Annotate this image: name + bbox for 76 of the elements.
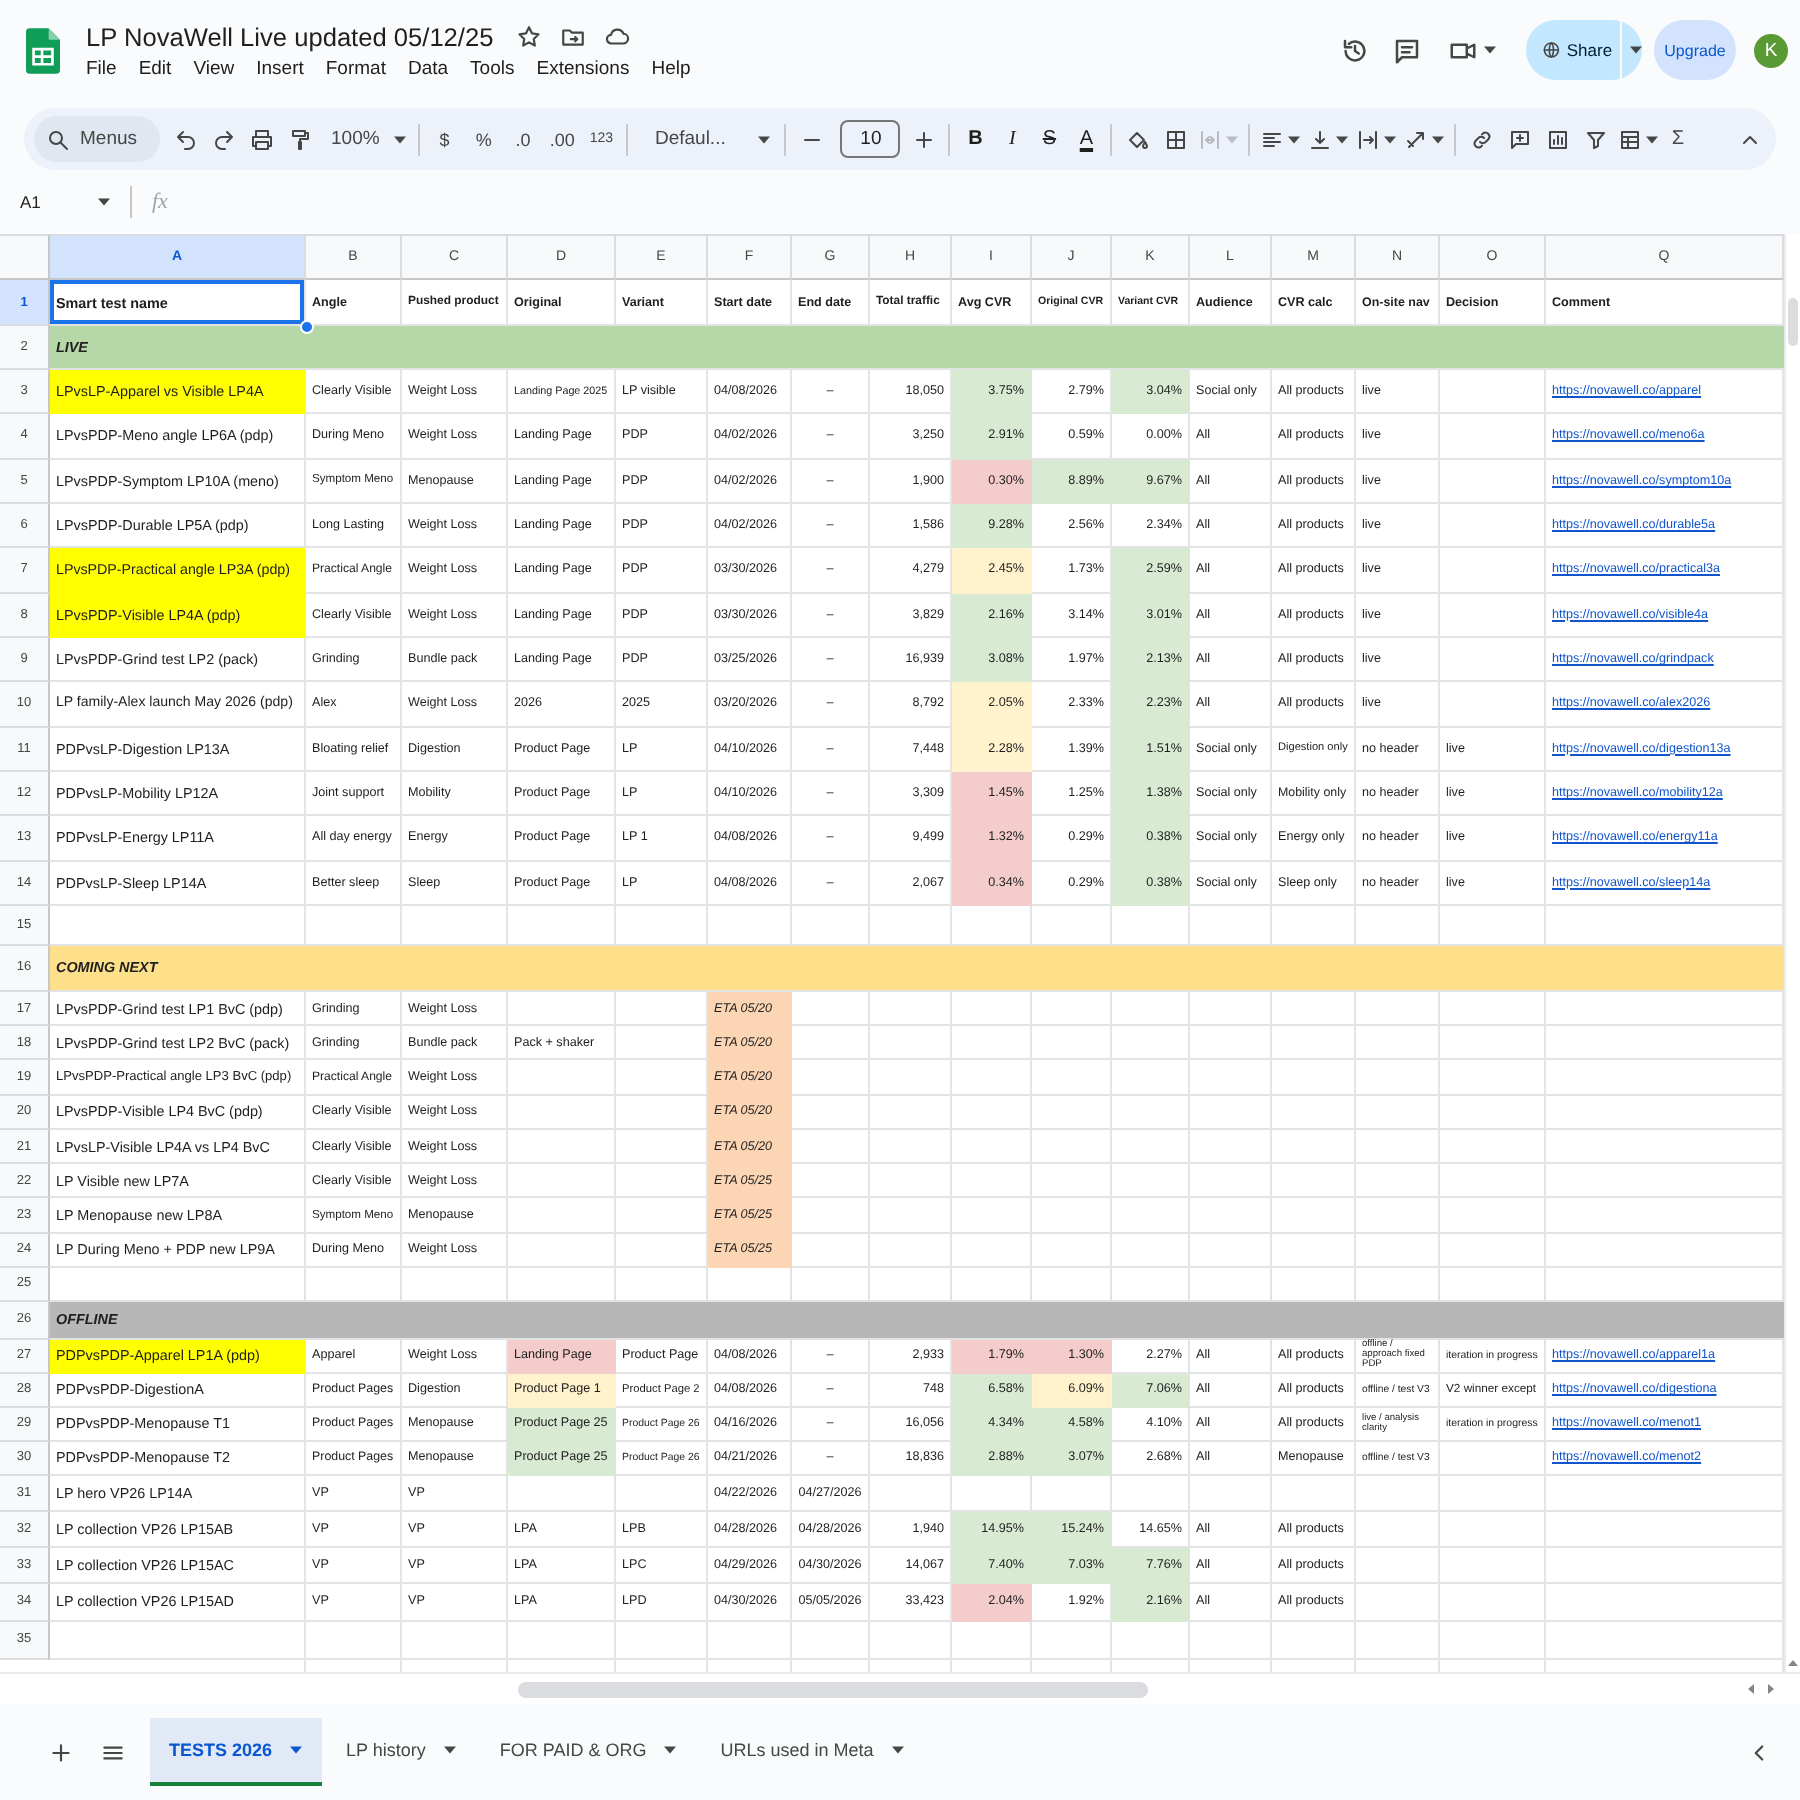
sheet-tab[interactable]: URLs used in Meta [700,1718,924,1786]
caret-icon [443,1746,456,1754]
caret-icon [393,135,406,143]
share-button[interactable]: Share [1526,20,1642,80]
table-view-icon[interactable] [1618,127,1643,151]
align-left-icon[interactable] [1260,127,1285,151]
zoom-select[interactable]: 100% [323,128,411,150]
redo-icon[interactable] [212,127,236,151]
vertical-align-icon[interactable] [1308,127,1333,151]
bold-button[interactable]: B [956,128,994,150]
caret-icon [290,1746,303,1754]
caret-icon [98,198,110,206]
menu-item[interactable]: Format [325,58,386,80]
functions-button[interactable]: Σ [1662,128,1693,150]
search-icon [46,127,70,151]
increase-decimals-button[interactable]: .00 [542,129,582,149]
caret-icon[interactable] [1646,135,1659,143]
text-color-button[interactable]: A [1067,128,1105,150]
text-rotation-icon[interactable] [1404,127,1429,151]
caret-icon [891,1746,904,1754]
borders-icon[interactable] [1163,127,1188,151]
cloud-icon[interactable] [603,24,630,50]
menu-search-button[interactable]: Menus [34,116,160,162]
scrollbar-thumb[interactable] [518,1681,1148,1697]
function-label: fx [152,190,168,214]
font-size-field[interactable]: 10 [840,120,901,158]
globe-icon [1542,40,1561,60]
print-icon[interactable] [250,127,274,151]
scroll-right-icon[interactable] [1768,1684,1774,1694]
menu-item[interactable]: Data [407,58,449,80]
caret-icon[interactable] [1336,135,1349,143]
menu-item[interactable]: Edit [138,58,172,80]
menu-item[interactable]: File [86,58,117,80]
document-title[interactable]: LP NovaWell Live updated 05/12/25 [86,22,494,52]
undo-icon[interactable] [174,127,198,151]
star-icon[interactable] [515,24,542,50]
filter-icon[interactable] [1583,127,1608,151]
paint-bucket-icon[interactable] [1125,127,1150,151]
plus-icon[interactable] [911,127,936,151]
paint-roller-icon[interactable] [288,127,312,151]
sheet-tab[interactable]: FOR PAID & ORG [479,1718,697,1786]
percent-format-button[interactable]: % [464,129,504,149]
upgrade-button[interactable]: Upgrade [1654,20,1736,80]
currency-format-button[interactable]: $ [425,129,465,149]
decrease-decimals-button[interactable]: .0 [503,129,543,149]
comments-icon[interactable] [1392,35,1422,65]
menu-item[interactable]: Insert [256,58,304,80]
scroll-left-icon[interactable] [1748,1684,1754,1694]
sheet-tab[interactable]: LP history [326,1718,476,1786]
caret-icon [758,135,771,143]
link-icon[interactable] [1469,127,1494,151]
menu-item[interactable]: Extensions [536,58,630,80]
caret-icon [1226,135,1239,143]
caret-icon [664,1746,677,1754]
strikethrough-button[interactable]: S [1030,128,1068,150]
scroll-up-icon[interactable] [1788,1660,1798,1666]
text-wrap-icon[interactable] [1356,127,1381,151]
add-comment-icon[interactable] [1507,127,1532,151]
font-select[interactable]: Defaul... [634,128,779,150]
menu-item[interactable]: Help [651,58,691,80]
caret-icon [1630,46,1642,54]
add-sheet-icon[interactable] [47,1739,73,1765]
history-icon[interactable] [1340,35,1370,65]
folder-arrow-icon[interactable] [559,24,586,50]
scrollbar-thumb[interactable] [1788,298,1798,346]
spreadsheet-logo-icon[interactable] [26,27,60,73]
caret-icon[interactable] [1384,135,1397,143]
menu-item[interactable]: View [193,58,235,80]
sheet-tab[interactable]: TESTS 2026 [149,1718,323,1786]
chart-icon[interactable] [1545,127,1570,151]
name-box[interactable]: A1 [10,182,120,222]
caret-icon[interactable] [1484,46,1496,54]
menu-item[interactable]: Tools [470,58,515,80]
italic-button[interactable]: I [993,128,1031,150]
caret-icon[interactable] [1432,135,1445,143]
caret-icon[interactable] [1288,135,1301,143]
